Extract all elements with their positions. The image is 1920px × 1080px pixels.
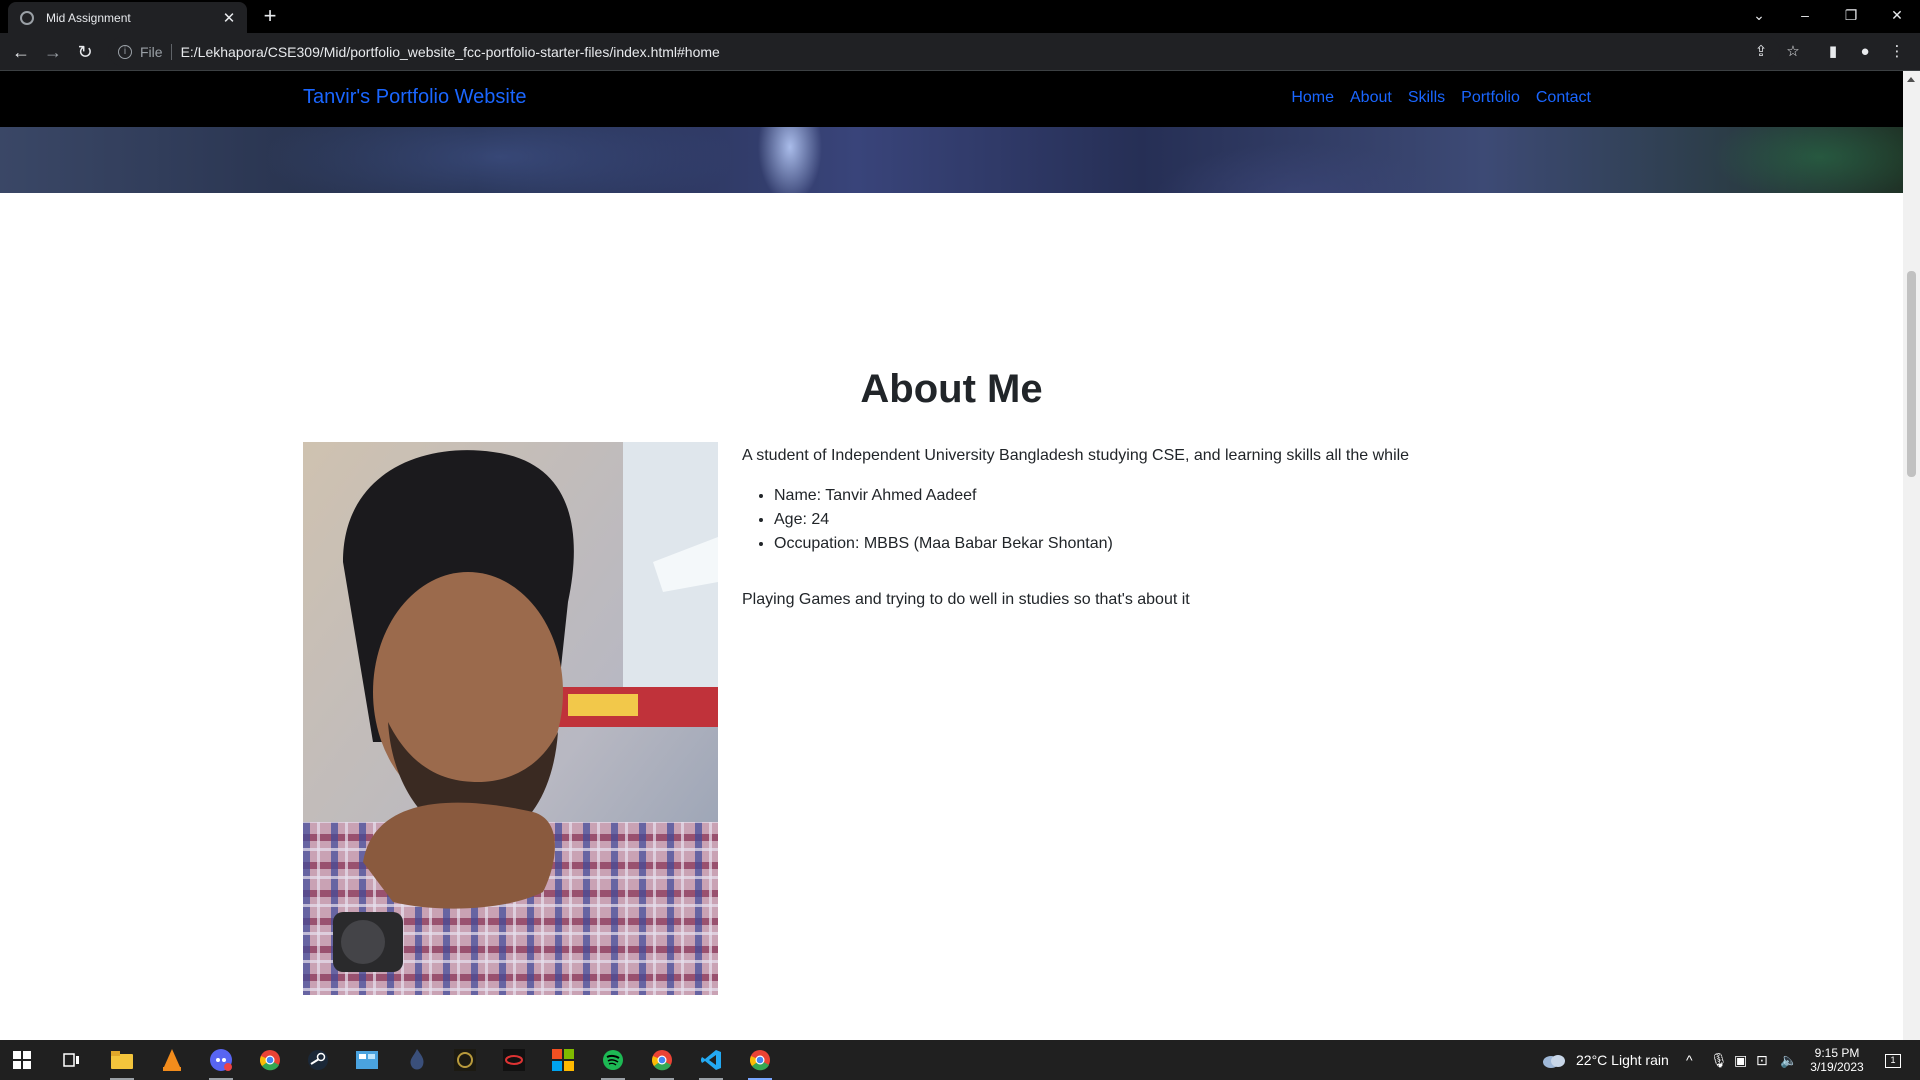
windows-start-icon[interactable] (2, 1044, 42, 1076)
browser-tab[interactable]: Mid Assignment ✕ (8, 2, 247, 33)
weather-cloud-icon[interactable] (1542, 1040, 1568, 1080)
chrome-icon[interactable] (250, 1044, 290, 1076)
bookmark-star-icon[interactable]: ☆ (1780, 39, 1806, 65)
hero-background-image (0, 127, 1903, 193)
file-scheme-label: File (140, 43, 163, 60)
profile-photo (303, 442, 718, 995)
about-hobbies: Playing Games and trying to do well in s… (742, 591, 1190, 608)
task-view-icon[interactable] (52, 1044, 92, 1076)
microphone-icon[interactable]: 🎙 (1710, 1040, 1728, 1080)
nav-skills-link[interactable]: Skills (1408, 89, 1445, 107)
security-icon[interactable]: ▣ (1734, 1040, 1747, 1080)
minimize-icon[interactable]: – (1782, 0, 1828, 30)
chrome-icon[interactable] (740, 1044, 780, 1080)
restore-icon[interactable]: ❐ (1828, 0, 1874, 30)
nav-home-link[interactable]: Home (1291, 89, 1334, 107)
scrollbar-thumb[interactable] (1907, 271, 1916, 477)
share-icon[interactable]: ⇪ (1748, 39, 1774, 65)
profile-icon[interactable]: ● (1852, 39, 1878, 65)
info-icon[interactable]: i (118, 44, 132, 59)
browser-toolbar: ← → ↻ i File E:/Lekhapora/CSE309/Mid/por… (0, 33, 1920, 71)
site-brand[interactable]: Tanvir's Portfolio Website (303, 86, 527, 109)
spotify-icon[interactable] (593, 1044, 633, 1080)
windows-taskbar: 22°C Light rain ^ 🎙 ▣ ⊡ 🔈 9:15 PM 3/19/2… (0, 1040, 1920, 1080)
notification-icon[interactable]: 1 (1880, 1040, 1906, 1080)
url-text[interactable]: E:/Lekhapora/CSE309/Mid/portfolio_websit… (181, 44, 720, 60)
about-section-title: About Me (860, 367, 1043, 411)
chrome-icon[interactable] (642, 1044, 682, 1080)
detail-name: Name: Tanvir Ahmed Aadeef (774, 484, 1562, 508)
app-flame-icon[interactable] (397, 1044, 437, 1076)
tab-title: Mid Assignment (46, 10, 131, 25)
omnibox-divider (170, 43, 172, 60)
about-text-block: A student of Independent University Bang… (742, 444, 1562, 612)
vscode-icon[interactable] (691, 1044, 731, 1080)
forward-arrow-icon[interactable]: → (40, 39, 66, 65)
about-details-list: Name: Tanvir Ahmed Aadeef Age: 24 Occupa… (774, 484, 1562, 556)
about-intro: A student of Independent University Bang… (742, 447, 1410, 464)
tab-search-icon[interactable]: ⌄ (1736, 0, 1782, 30)
clock-time: 9:15 PM (1814, 1046, 1860, 1060)
page-scrollbar[interactable] (1903, 71, 1920, 1040)
nav-links: Home About Skills Portfolio Contact (1291, 89, 1591, 107)
network-icon[interactable]: ⊡ (1756, 1040, 1768, 1080)
vlc-icon[interactable] (152, 1044, 192, 1076)
volume-icon[interactable]: 🔈 (1780, 1040, 1797, 1080)
clock-date: 3/19/2023 (1810, 1060, 1864, 1074)
game-icon-red[interactable] (494, 1044, 534, 1076)
discord-icon[interactable] (201, 1044, 241, 1080)
notification-count: 1 (1885, 1054, 1901, 1069)
site-navbar: Tanvir's Portfolio Website Home About Sk… (0, 71, 1903, 127)
file-explorer-icon[interactable] (102, 1044, 142, 1080)
nav-portfolio-link[interactable]: Portfolio (1461, 89, 1520, 107)
browser-tab-bar: Mid Assignment ✕ + ⌄ – ❐ ✕ (0, 0, 1920, 33)
office-tiles-icon[interactable] (543, 1044, 583, 1076)
menu-kebab-icon[interactable]: ⋮ (1884, 39, 1910, 65)
address-bar[interactable]: i File E:/Lekhapora/CSE309/Mid/portfolio… (108, 37, 1780, 66)
steam-icon[interactable] (298, 1044, 338, 1076)
side-panel-icon[interactable]: ▮ (1820, 39, 1846, 65)
scroll-up-arrow-icon[interactable] (1907, 77, 1915, 82)
game-icon-dark[interactable] (445, 1044, 485, 1076)
tab-close-icon[interactable]: ✕ (221, 9, 237, 27)
detail-age: Age: 24 (774, 508, 1562, 532)
reload-icon[interactable]: ↻ (72, 39, 98, 65)
window-close-icon[interactable]: ✕ (1874, 0, 1920, 30)
tray-overflow-icon[interactable]: ^ (1686, 1040, 1693, 1080)
globe-icon (20, 10, 34, 25)
new-tab-button[interactable]: + (258, 3, 282, 29)
clock[interactable]: 9:15 PM 3/19/2023 (1806, 1040, 1868, 1080)
nav-contact-link[interactable]: Contact (1536, 89, 1591, 107)
back-arrow-icon[interactable]: ← (8, 39, 34, 65)
weather-text[interactable]: 22°C Light rain (1576, 1040, 1669, 1080)
page-viewport: Tanvir's Portfolio Website Home About Sk… (0, 71, 1903, 1040)
detail-occupation: Occupation: MBBS (Maa Babar Bekar Shonta… (774, 532, 1562, 556)
control-panel-icon[interactable] (347, 1044, 387, 1076)
nav-about-link[interactable]: About (1350, 89, 1392, 107)
